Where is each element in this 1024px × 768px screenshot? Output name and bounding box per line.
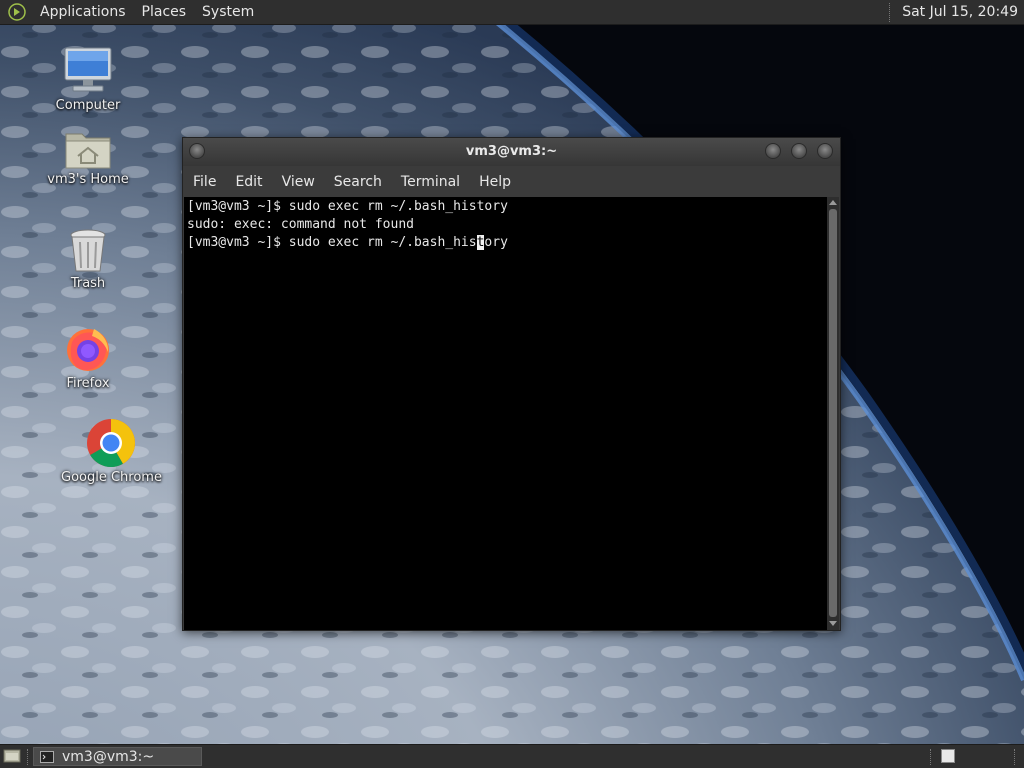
chrome-icon <box>87 419 135 468</box>
panel-separator <box>27 749 30 765</box>
minimize-button[interactable] <box>765 143 781 159</box>
menu-edit[interactable]: Edit <box>225 167 271 197</box>
window-title: vm3@vm3:~ <box>465 144 558 159</box>
desktop-icon-label: Trash <box>70 276 106 291</box>
panel-separator <box>889 2 892 22</box>
terminal-prompt-line: [vm3@vm3 ~]$ sudo exec rm ~/.bash_histor… <box>187 234 508 252</box>
clock[interactable]: Sat Jul 15, 20:49 <box>902 4 1024 20</box>
desktop-icon-label: Firefox <box>66 376 110 391</box>
terminal-line: sudo: exec: command not found <box>187 217 414 232</box>
trash-icon <box>70 229 106 272</box>
terminal-output[interactable]: [vm3@vm3 ~]$ sudo exec rm ~/.bash_histor… <box>184 197 827 630</box>
panel-separator <box>930 749 933 765</box>
maximize-button[interactable] <box>791 143 807 159</box>
menu-view[interactable]: View <box>272 167 324 197</box>
terminal-menubar: File Edit View Search Terminal Help <box>183 167 840 197</box>
prompt-text: [vm3@vm3 ~]$ sudo exec rm ~/.bash_his <box>187 235 477 250</box>
menu-system[interactable]: System <box>194 0 262 25</box>
desktop-icon-label: Computer <box>55 98 121 113</box>
desktop-icon-firefox[interactable]: Firefox <box>38 326 138 391</box>
desktop-icon-chrome[interactable]: Google Chrome <box>61 418 162 485</box>
menu-file[interactable]: File <box>183 167 225 197</box>
menu-help[interactable]: Help <box>469 167 520 197</box>
panel-separator <box>1014 749 1017 765</box>
taskbar-window-label: vm3@vm3:~ <box>62 748 155 765</box>
menu-terminal[interactable]: Terminal <box>391 167 469 197</box>
window-titlebar[interactable]: vm3@vm3:~ <box>183 138 840 166</box>
prompt-text-after-cursor: ory <box>484 235 508 250</box>
scroll-down-arrow-icon[interactable] <box>829 621 837 626</box>
scrollbar-thumb[interactable] <box>829 209 837 617</box>
menu-applications[interactable]: Applications <box>32 0 134 25</box>
home-folder-icon <box>65 133 111 169</box>
top-panel: Applications Places System Sat Jul 15, 2… <box>0 0 1024 25</box>
desktop-icon-label: vm3's Home <box>47 172 129 187</box>
distro-logo-icon[interactable] <box>8 3 26 21</box>
firefox-icon <box>67 329 109 371</box>
terminal-window[interactable]: vm3@vm3:~ File Edit View Search Terminal… <box>182 137 841 631</box>
computer-icon <box>64 47 112 92</box>
scroll-up-arrow-icon[interactable] <box>829 200 837 205</box>
workspace-switcher[interactable] <box>941 749 955 763</box>
terminal-scrollbar[interactable] <box>827 197 839 630</box>
terminal-icon <box>40 750 54 763</box>
desktop-icon-computer[interactable]: Computer <box>38 46 138 113</box>
menu-search[interactable]: Search <box>324 167 391 197</box>
bottom-panel: vm3@vm3:~ <box>0 744 1024 768</box>
terminal-line: [vm3@vm3 ~]$ sudo exec rm ~/.bash_histor… <box>187 199 508 214</box>
show-desktop-icon[interactable] <box>3 748 21 764</box>
desktop-icon-label: Google Chrome <box>61 470 162 485</box>
menu-places[interactable]: Places <box>134 0 195 25</box>
desktop-icon-home[interactable]: vm3's Home <box>38 128 138 187</box>
taskbar-window-button[interactable]: vm3@vm3:~ <box>33 747 202 766</box>
desktop-icon-trash[interactable]: Trash <box>38 228 138 291</box>
close-button[interactable] <box>817 143 833 159</box>
